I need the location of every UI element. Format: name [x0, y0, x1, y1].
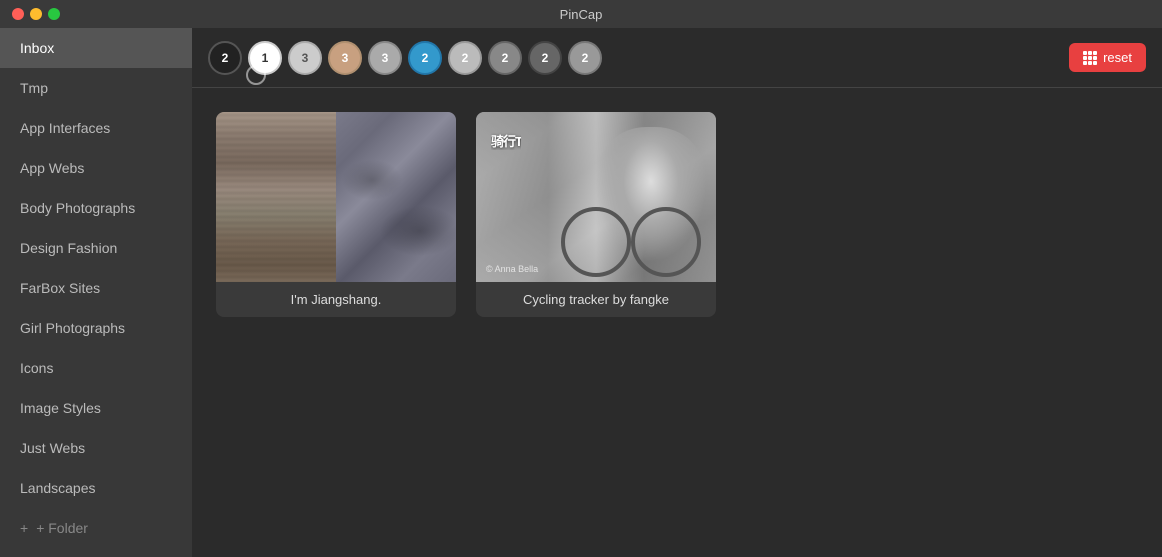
reset-label: reset [1103, 50, 1132, 65]
texture-image [216, 112, 456, 282]
minimize-button[interactable] [30, 8, 42, 20]
card-jiangshang-image [216, 112, 456, 282]
avatar-8[interactable]: 2 [488, 41, 522, 75]
app-title: PinCap [560, 7, 603, 22]
wheel-back [631, 207, 701, 277]
avatar-3[interactable]: 3 [288, 41, 322, 75]
card-cycling-image: 骑行TM © Anna Bella [476, 112, 716, 282]
grid-icon [1083, 51, 1097, 65]
close-button[interactable] [12, 8, 24, 20]
avatar-9-count: 2 [542, 51, 549, 65]
avatar-6[interactable]: 2 [408, 41, 442, 75]
cursor-indicator [246, 65, 266, 85]
wheel-front [561, 207, 631, 277]
sidebar-item-app-interfaces[interactable]: App Interfaces [0, 108, 192, 148]
sidebar-item-body-photographs[interactable]: Body Photographs [0, 188, 192, 228]
sidebar-item-tmp[interactable]: Tmp [0, 68, 192, 108]
content-area: 2 1 3 3 3 [192, 28, 1162, 557]
logo-overlay: 骑行TM [491, 132, 521, 152]
add-folder-button[interactable]: + + Folder [0, 508, 192, 548]
card-jiangshang-title: I'm Jiangshang. [216, 282, 456, 317]
sidebar-item-landscapes[interactable]: Landscapes [0, 468, 192, 508]
add-folder-icon: + [20, 520, 28, 536]
reset-button[interactable]: reset [1069, 43, 1146, 72]
avatar-9[interactable]: 2 [528, 41, 562, 75]
logo-svg: 骑行TM [491, 132, 521, 150]
avatar-10-count: 2 [582, 51, 589, 65]
avatar-4[interactable]: 3 [328, 41, 362, 75]
add-folder-label: + Folder [36, 520, 88, 536]
avatar-4-count: 3 [342, 51, 349, 65]
card-cycling-title: Cycling tracker by fangke [476, 282, 716, 317]
avatar-6-count: 2 [422, 51, 429, 65]
copyright-text: © Anna Bella [486, 264, 538, 274]
sidebar-item-girl-photographs[interactable]: Girl Photographs [0, 308, 192, 348]
avatar-5[interactable]: 3 [368, 41, 402, 75]
avatar-5-count: 3 [382, 51, 389, 65]
sidebar-item-just-webs[interactable]: Just Webs [0, 428, 192, 468]
avatar-10[interactable]: 2 [568, 41, 602, 75]
traffic-lights [12, 8, 60, 20]
avatar-1[interactable]: 2 [208, 41, 242, 75]
avatar-group: 2 1 3 3 3 [208, 41, 1061, 75]
avatar-2-count: 1 [262, 51, 269, 65]
svg-text:骑行TM: 骑行TM [491, 134, 521, 149]
avatar-8-count: 2 [502, 51, 509, 65]
main-layout: Inbox Tmp App Interfaces App Webs Body P… [0, 28, 1162, 557]
avatar-7-count: 2 [462, 51, 469, 65]
cycling-photo: 骑行TM © Anna Bella [476, 112, 716, 282]
wood-texture [216, 112, 336, 282]
maximize-button[interactable] [48, 8, 60, 20]
avatar-1-count: 2 [222, 51, 229, 65]
cards-area: I'm Jiangshang. [192, 88, 1162, 557]
avatar-3-count: 3 [302, 51, 309, 65]
avatar-7[interactable]: 2 [448, 41, 482, 75]
sidebar: Inbox Tmp App Interfaces App Webs Body P… [0, 28, 192, 557]
stone-texture [336, 112, 456, 282]
sidebar-item-farbox-sites[interactable]: FarBox Sites [0, 268, 192, 308]
sidebar-item-app-webs[interactable]: App Webs [0, 148, 192, 188]
top-bar: 2 1 3 3 3 [192, 28, 1162, 88]
card-cycling[interactable]: 骑行TM © Anna Bella Cycling tracker by fan… [476, 112, 716, 317]
title-bar: PinCap [0, 0, 1162, 28]
sidebar-item-image-styles[interactable]: Image Styles [0, 388, 192, 428]
avatar-2[interactable]: 1 [248, 41, 282, 75]
sidebar-item-inbox[interactable]: Inbox [0, 28, 192, 68]
logo-symbol: 骑行TM [491, 132, 521, 150]
sidebar-item-design-fashion[interactable]: Design Fashion [0, 228, 192, 268]
card-jiangshang[interactable]: I'm Jiangshang. [216, 112, 456, 317]
sidebar-item-icons[interactable]: Icons [0, 348, 192, 388]
